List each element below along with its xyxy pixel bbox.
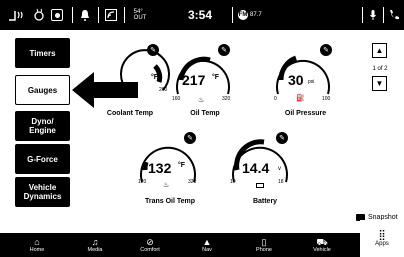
radio-status[interactable]: FM 87.7 [238,0,274,30]
oil-pressure-label: Oil Pressure [284,110,327,117]
sidebar-item-g-force[interactable]: G-Force [15,144,70,174]
tab-comfort[interactable]: ⊘ Comfort [120,233,180,257]
sidebar-item-dyno-engine[interactable]: Dyno/ Engine [15,111,70,141]
tab-phone[interactable]: ▯ Phone [234,233,294,257]
edit-gauge-icon[interactable]: ✎ [218,44,230,56]
trans-temp-icon: ♨ [163,182,170,189]
sidebar-item-label: G-Force [27,154,58,164]
phone-volume-icon[interactable] [386,0,402,30]
oil-temp-value: 217 [182,72,206,88]
oil-temp-label: Oil Temp [190,110,220,117]
edit-gauge-icon[interactable]: ✎ [276,132,288,144]
oil-can-icon: ⛽ [296,95,305,102]
bottom-nav-bar: ⌂ Home ♫ Media ⊘ Comfort ▲ Nav ▯ Phone ⛟… [0,233,404,257]
trans-oil-temp-label: Trans Oil Temp [144,198,196,205]
tab-label: Nav [202,247,212,253]
trans-oil-temp-max: 320 [188,179,197,185]
notification-bell-icon[interactable] [78,0,92,30]
oil-pressure-unit: psi [308,79,315,85]
battery-label: Battery [252,198,278,205]
vehicle-icon: ⛟ [316,237,328,247]
status-bar: 54° OUT 3:54 FM 87.7 [0,0,404,30]
oil-temp-min: 160 [172,96,181,102]
tab-label: Comfort [140,247,160,253]
sidebar-item-label: Vehicle Dynamics [23,183,62,201]
sidebar-item-vehicle-dynamics[interactable]: Vehicle Dynamics [15,177,70,207]
outside-temp: 54° OUT [130,0,150,30]
trans-oil-temp-min: 120 [138,179,147,185]
phone-icon: ▯ [261,237,267,247]
comfort-icon: ⊘ [146,237,154,247]
battery-gauge[interactable]: 14.4 v 10 18 ✎ [224,132,296,192]
tab-media[interactable]: ♫ Media [65,233,125,257]
wifi-icon[interactable] [104,0,118,30]
oil-pressure-value: 30 [288,72,304,88]
edit-gauge-icon[interactable]: ✎ [184,132,196,144]
profile-icon[interactable] [49,0,65,30]
tab-apps[interactable]: ⣿ Apps [360,220,404,257]
nav-icon: ▲ [202,237,212,247]
sidebar-item-label: Gauges [27,85,58,95]
page-indicator: 1 of 2 [372,66,388,72]
trans-oil-temp-value: 132 [148,160,172,176]
tab-label: Vehicle [313,247,331,253]
battery-unit: v [278,166,281,172]
battery-icon [256,183,264,188]
music-icon: ♫ [91,237,99,247]
battery-min: 10 [230,179,236,185]
sidebar-item-gauges[interactable]: Gauges [15,75,70,105]
clock: 3:54 [187,8,213,22]
coolant-temp-label: Coolant Temp [106,110,154,117]
coolant-temp-gauge[interactable]: °F 260 ≈≈ ✎ [115,44,175,96]
sidebar-item-label: Timers [29,48,56,58]
tab-label: Home [29,247,45,253]
tab-nav[interactable]: ▲ Nav [177,233,237,257]
oil-pressure-max: 100 [322,96,331,102]
tab-label: Phone [256,247,272,253]
up-arrow-icon: ▲ [375,46,384,55]
oil-temp-gauge[interactable]: 217 °F 160 320 ♨ ✎ [168,44,238,106]
tab-vehicle[interactable]: ⛟ Vehicle [292,233,352,257]
sidebar-item-timers[interactable]: Timers [15,38,70,68]
down-arrow-icon: ▼ [375,79,384,88]
outside-temp-label: OUT [133,15,147,21]
page-down-button[interactable]: ▼ [372,76,387,91]
steering-heat-icon[interactable] [32,0,46,30]
radio-frequency: 87.7 [250,12,262,18]
seat-heat-icon[interactable] [4,0,30,30]
trans-oil-temp-gauge[interactable]: 132 °F 120 320 ♨ ✎ [132,132,204,192]
coolant-icon: ≈≈ [120,89,126,95]
edit-gauge-icon[interactable]: ✎ [147,44,159,56]
page-up-button[interactable]: ▲ [372,43,387,58]
oil-temp-unit: °F [212,74,220,81]
coolant-temp-unit: °F [151,74,159,81]
edit-gauge-icon[interactable]: ✎ [320,44,332,56]
battery-value: 14.4 [242,160,270,176]
apps-icon: ⣿ [378,229,386,241]
tab-label: Apps [375,240,389,247]
trans-oil-temp-unit: °F [178,162,186,169]
oil-temp-max: 320 [222,96,231,102]
oil-pressure-min: 0 [274,96,277,102]
tab-label: Media [87,247,103,253]
tab-home[interactable]: ⌂ Home [7,233,67,257]
sidebar-item-label: Dyno/ Engine [29,117,56,135]
home-icon: ⌂ [34,237,40,247]
voice-mic-icon[interactable] [366,0,380,30]
coolant-temp-max: 260 [159,87,168,93]
radio-icon: FM [238,10,248,20]
oil-pressure-gauge[interactable]: 30 psi 0 100 ⛽ ✎ [268,44,338,106]
battery-max: 18 [278,179,284,185]
oil-temp-icon: ♨ [198,97,205,104]
